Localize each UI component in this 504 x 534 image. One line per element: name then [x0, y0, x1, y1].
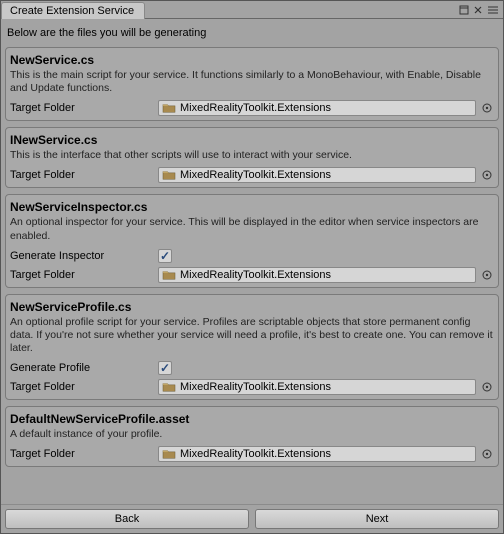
row-label: Generate Profile	[10, 362, 158, 374]
object-picker-icon[interactable]	[480, 168, 494, 182]
row-label: Target Folder	[10, 381, 158, 393]
checkbox-row: Generate Inspector✓	[10, 247, 494, 265]
folder-field[interactable]: MixedRealityToolkit.Extensions	[158, 267, 476, 283]
panel-description: An optional profile script for your serv…	[10, 316, 494, 358]
folder-row: Target Folder MixedRealityToolkit.Extensi…	[10, 445, 494, 463]
folder-row: Target Folder MixedRealityToolkit.Extensi…	[10, 378, 494, 396]
checkbox-row: Generate Profile✓	[10, 359, 494, 377]
file-panel: NewServiceInspector.csAn optional inspec…	[5, 194, 499, 287]
panel-title: INewService.cs	[10, 131, 494, 149]
row-label: Target Folder	[10, 169, 158, 181]
row-label: Target Folder	[10, 269, 158, 281]
back-button-label: Back	[115, 513, 139, 525]
folder-value: MixedRealityToolkit.Extensions	[180, 102, 331, 114]
object-picker-icon[interactable]	[480, 380, 494, 394]
titlebar: Create Extension Service	[1, 1, 503, 19]
object-picker-icon[interactable]	[480, 101, 494, 115]
object-picker-icon[interactable]	[480, 268, 494, 282]
folder-row: Target Folder MixedRealityToolkit.Extensi…	[10, 99, 494, 117]
file-panel: NewService.csThis is the main script for…	[5, 47, 499, 121]
folder-row: Target Folder MixedRealityToolkit.Extensi…	[10, 266, 494, 284]
panel-description: This is the interface that other scripts…	[10, 149, 494, 165]
file-panel: INewService.csThis is the interface that…	[5, 127, 499, 188]
content-area: Below are the files you will be generati…	[1, 19, 503, 504]
next-button-label: Next	[366, 513, 389, 525]
folder-row: Target Folder MixedRealityToolkit.Extensi…	[10, 166, 494, 184]
intro-text: Below are the files you will be generati…	[5, 23, 499, 47]
panel-title: DefaultNewServiceProfile.asset	[10, 410, 494, 428]
panel-description: This is the main script for your service…	[10, 69, 494, 98]
footer: Back Next	[1, 504, 503, 533]
checkbox[interactable]: ✓	[158, 249, 172, 263]
next-button[interactable]: Next	[255, 509, 499, 529]
folder-field[interactable]: MixedRealityToolkit.Extensions	[158, 167, 476, 183]
editor-window: Create Extension Service Below are the f…	[0, 0, 504, 534]
window-title: Create Extension Service	[10, 5, 134, 17]
check-icon: ✓	[160, 362, 170, 374]
window-controls	[459, 1, 503, 18]
panel-title: NewServiceProfile.cs	[10, 298, 494, 316]
folder-value: MixedRealityToolkit.Extensions	[180, 269, 331, 281]
folder-value: MixedRealityToolkit.Extensions	[180, 381, 331, 393]
row-label: Target Folder	[10, 448, 158, 460]
object-picker-icon[interactable]	[480, 447, 494, 461]
panel-description: A default instance of your profile.	[10, 428, 494, 444]
folder-value: MixedRealityToolkit.Extensions	[180, 169, 331, 181]
close-icon[interactable]	[473, 5, 483, 15]
folder-value: MixedRealityToolkit.Extensions	[180, 448, 331, 460]
folder-field[interactable]: MixedRealityToolkit.Extensions	[158, 100, 476, 116]
checkbox[interactable]: ✓	[158, 361, 172, 375]
folder-field[interactable]: MixedRealityToolkit.Extensions	[158, 446, 476, 462]
window-tab[interactable]: Create Extension Service	[1, 2, 145, 19]
panels-container: NewService.csThis is the main script for…	[5, 47, 499, 467]
folder-field[interactable]: MixedRealityToolkit.Extensions	[158, 379, 476, 395]
row-label: Target Folder	[10, 102, 158, 114]
panel-title: NewServiceInspector.cs	[10, 198, 494, 216]
file-panel: NewServiceProfile.csAn optional profile …	[5, 294, 499, 400]
panel-title: NewService.cs	[10, 51, 494, 69]
back-button[interactable]: Back	[5, 509, 249, 529]
row-label: Generate Inspector	[10, 250, 158, 262]
dock-icon[interactable]	[459, 5, 469, 15]
panel-description: An optional inspector for your service. …	[10, 216, 494, 245]
file-panel: DefaultNewServiceProfile.assetA default …	[5, 406, 499, 467]
menu-icon[interactable]	[487, 5, 499, 15]
check-icon: ✓	[160, 250, 170, 262]
